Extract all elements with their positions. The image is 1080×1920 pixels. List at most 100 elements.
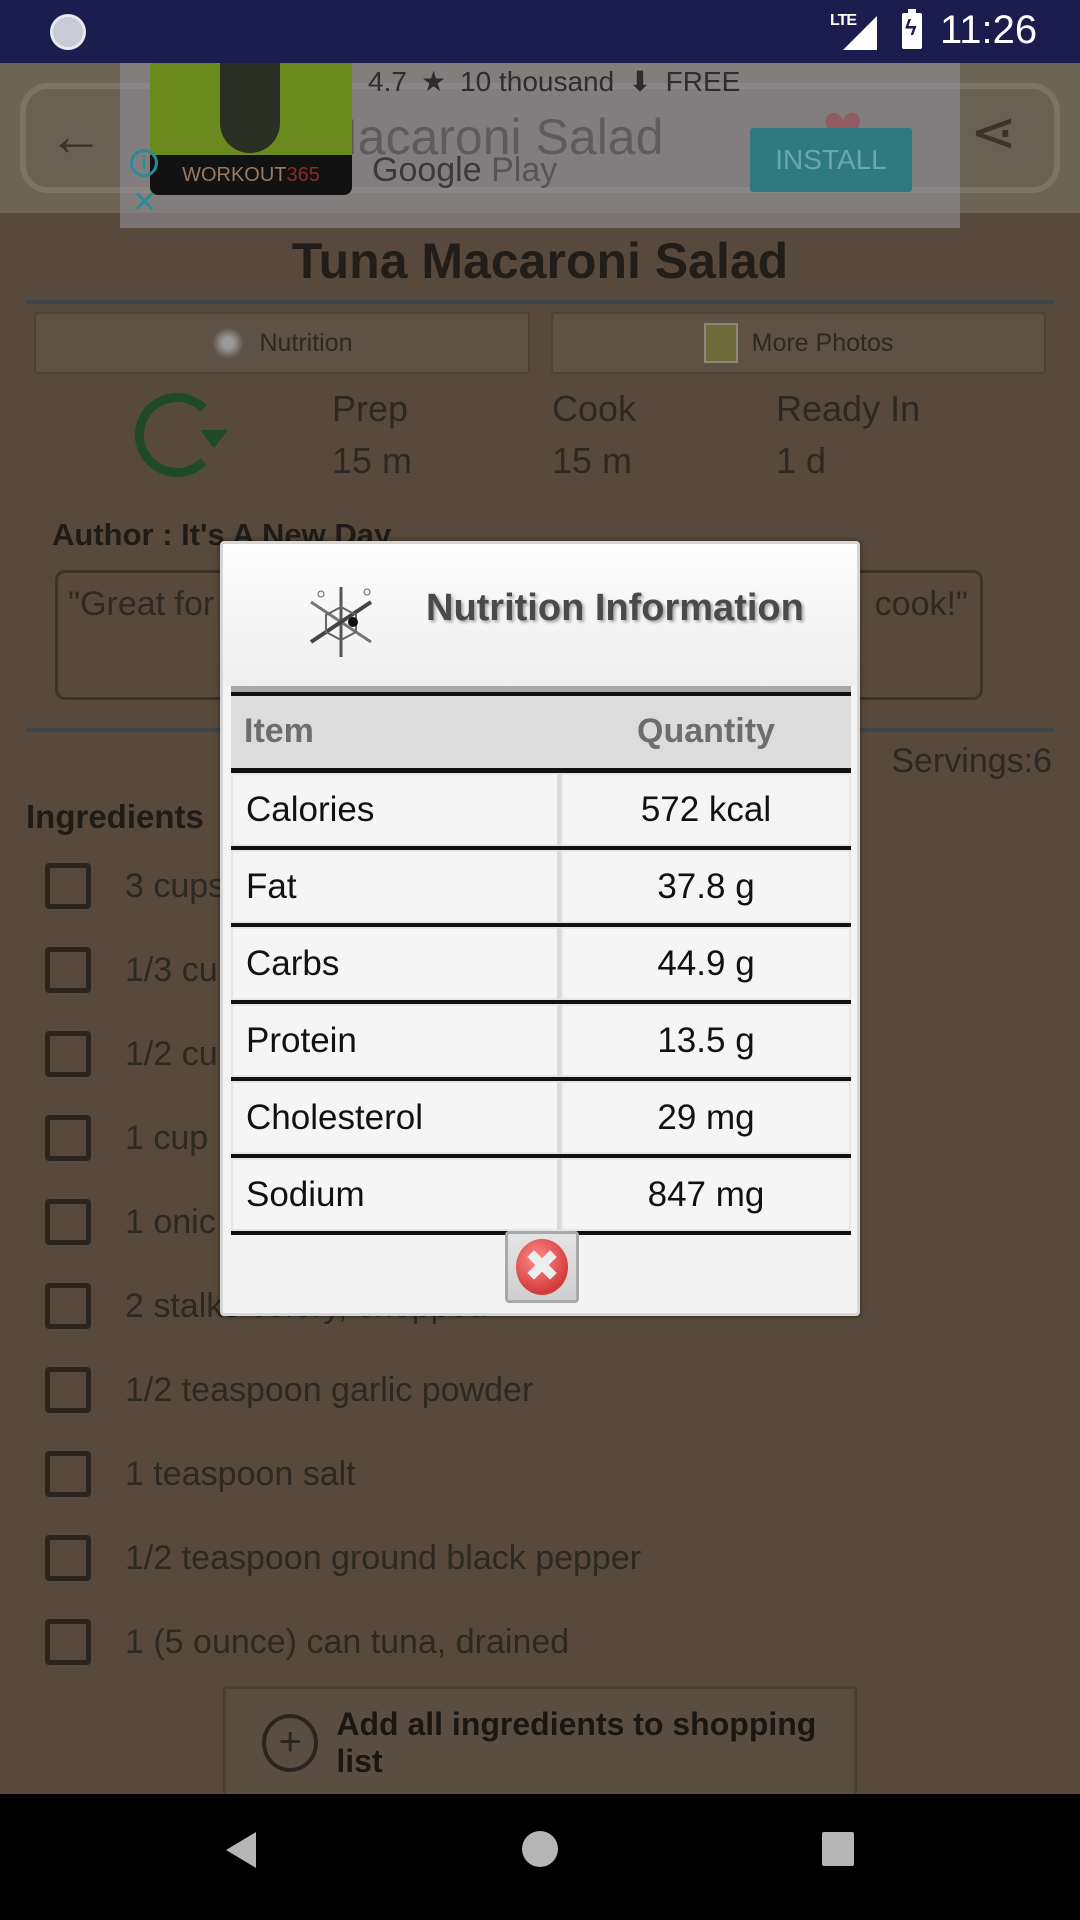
dialog-title: Nutrition Information [426, 587, 804, 629]
ad-meta: 4.7 ★ 10 thousand ⬇ FREE [368, 65, 754, 98]
nav-recents-icon[interactable] [822, 1832, 854, 1866]
dialog-header: Nutrition Information [223, 544, 857, 686]
status-bar: LTE ϟ 11:26 [0, 0, 1080, 63]
ready-in-value: 1 d [776, 440, 827, 481]
ingredient-checkbox[interactable] [45, 1115, 91, 1161]
nutrient-name: Carbs [231, 927, 561, 1000]
molecule-icon [309, 587, 373, 657]
table-row: Protein 13.5 g [231, 1004, 851, 1081]
ingredient-text: 1 onic [125, 1202, 216, 1241]
ingredient-item[interactable]: 1 teaspoon salt [45, 1449, 356, 1499]
workout-figure-icon [220, 63, 280, 153]
ready-in-label: Ready In [776, 388, 921, 429]
more-photos-button[interactable]: More Photos [551, 312, 1046, 374]
store-suffix: Play [491, 151, 558, 189]
ad-downloads: 10 thousand [460, 66, 615, 97]
ad-rating: 4.7 [368, 66, 407, 97]
nutrient-quantity: 572 kcal [561, 773, 851, 846]
table-row: Fat 37.8 g [231, 850, 851, 927]
system-nav-bar [0, 1794, 1080, 1920]
nutrient-quantity: 44.9 g [561, 927, 851, 1000]
add-circle-icon: + [262, 1713, 319, 1772]
cook-label: Cook [552, 388, 637, 429]
ingredient-item[interactable]: 1 cup [45, 1113, 208, 1163]
ingredient-item[interactable]: 3 cups [45, 861, 225, 911]
ingredient-text: 1 cup [125, 1118, 209, 1157]
signal-icon [843, 16, 877, 50]
nutrient-name: Fat [231, 850, 561, 923]
servings: Servings:6 [891, 742, 1052, 780]
nutrition-dialog: Nutrition Information Item Quantity Calo… [220, 541, 860, 1316]
description-start: "Great for [68, 585, 215, 623]
nav-home-icon[interactable] [522, 1831, 558, 1867]
ad-banner[interactable]: WORKOUT365 4.7 ★ 10 thousand ⬇ FREE Google P… [120, 63, 960, 228]
nutrient-quantity: 37.8 g [561, 850, 851, 923]
ingredient-checkbox[interactable] [45, 947, 91, 993]
ad-install-button[interactable]: INSTALL [750, 128, 912, 192]
ingredient-checkbox[interactable] [45, 1451, 91, 1497]
google-play-logo: Google Play [372, 151, 557, 190]
sync-icon [50, 14, 86, 50]
column-header-quantity: Quantity [637, 712, 775, 750]
dialog-close-button[interactable]: ✖ [505, 1231, 579, 1303]
store-name: Google [372, 151, 482, 189]
ingredient-item[interactable]: 1/3 cu [45, 945, 218, 995]
molecule-icon [211, 323, 246, 363]
prep-value: 15 m [332, 440, 413, 481]
ingredient-checkbox[interactable] [45, 863, 91, 909]
ingredient-item[interactable]: 1/2 teaspoon ground black pepper [45, 1533, 641, 1583]
table-row: Sodium 847 mg [231, 1158, 851, 1235]
ingredient-checkbox[interactable] [45, 1031, 91, 1077]
nutrient-name: Sodium [231, 1158, 561, 1231]
download-icon: ⬇ [628, 66, 652, 97]
star-icon: ★ [420, 66, 447, 97]
add-all-to-shopping-list-button[interactable]: + Add all ingredients to shopping list [223, 1686, 857, 1796]
ingredient-text: 1/3 cu [125, 950, 218, 989]
nutrition-table: Item Quantity Calories 572 kcal Fat 37.8 g… [231, 686, 851, 1235]
ad-brand-text: WORKOUT [182, 164, 287, 186]
share-icon[interactable]: ⋖ [970, 99, 1017, 165]
ad-info-icon[interactable]: i [130, 149, 158, 177]
table-row: Cholesterol 29 mg [231, 1081, 851, 1158]
ingredient-text: 1 (5 ounce) can tuna, drained [125, 1622, 570, 1661]
battery-charging-icon: ϟ [902, 9, 922, 49]
ingredient-text: 1/2 teaspoon ground black pepper [125, 1538, 642, 1577]
ad-brand-suffix: 365 [286, 164, 320, 186]
nutrition-button[interactable]: Nutrition [34, 312, 530, 374]
ad-close-icon[interactable]: ✕ [132, 185, 157, 220]
clock: 11:26 [940, 8, 1038, 52]
nav-back-icon[interactable] [226, 1832, 256, 1868]
ingredient-item[interactable]: 1 (5 ounce) can tuna, drained [45, 1617, 569, 1667]
recipe-title: Tuna Macaroni Salad [291, 233, 789, 289]
close-icon: ✖ [516, 1239, 568, 1295]
column-header-item: Item [244, 712, 314, 750]
ingredient-checkbox[interactable] [45, 1283, 91, 1329]
nutrient-quantity: 13.5 g [561, 1004, 851, 1077]
ingredient-checkbox[interactable] [45, 1619, 91, 1665]
ad-app-brand: WORKOUT365 [150, 155, 352, 195]
add-all-label: Add all ingredients to shopping list [336, 1705, 817, 1779]
photos-icon [703, 323, 738, 363]
nutrient-quantity: 29 mg [561, 1081, 851, 1154]
table-header: Item Quantity [231, 686, 851, 773]
nutrition-button-label: Nutrition [259, 328, 353, 357]
arrow-left-icon[interactable]: ← [48, 103, 104, 168]
ingredient-item[interactable]: 1/2 cu [45, 1029, 218, 1079]
ingredient-checkbox[interactable] [45, 1367, 91, 1413]
prep-label: Prep [332, 388, 409, 429]
description-end: cook!" [874, 585, 968, 623]
ingredient-item[interactable]: 1 onic [45, 1197, 216, 1247]
nutrient-name: Cholesterol [231, 1081, 561, 1154]
clock-icon [135, 393, 228, 477]
nutrient-quantity: 847 mg [561, 1158, 851, 1231]
ingredient-text: 3 cups [125, 866, 226, 905]
ingredient-item[interactable]: 1/2 teaspoon garlic powder [45, 1365, 533, 1415]
ingredient-text: 1/2 cu [125, 1034, 218, 1073]
cook-value: 15 m [552, 440, 633, 481]
ingredient-checkbox[interactable] [45, 1199, 91, 1245]
nutrient-name: Calories [231, 773, 561, 846]
ad-app-icon: WORKOUT365 [150, 63, 352, 195]
ingredient-text: 1/2 teaspoon garlic powder [125, 1370, 534, 1409]
ingredient-checkbox[interactable] [45, 1535, 91, 1581]
ingredients-heading: Ingredients [26, 798, 204, 835]
